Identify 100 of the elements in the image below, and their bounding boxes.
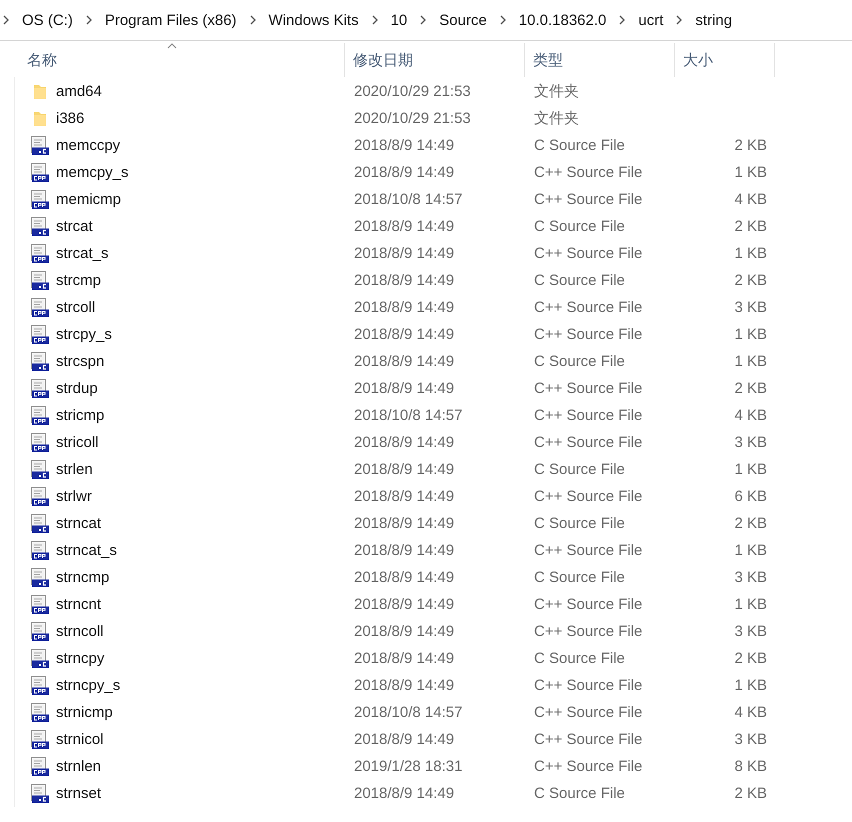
sort-ascending-icon <box>167 43 177 49</box>
chevron-right-icon[interactable] <box>618 15 626 25</box>
chevron-right-icon[interactable] <box>675 15 684 25</box>
table-cell-text: C++ Source File <box>533 704 644 721</box>
chevron-right-icon[interactable] <box>248 15 257 25</box>
table-cell-text: C++ Source File <box>533 191 644 208</box>
source-file-icon <box>30 406 50 426</box>
breadcrumb-item[interactable]: 10.0.18362.0 <box>516 12 610 28</box>
table-cell-text: 2018/8/9 14:49 <box>353 488 456 505</box>
file-name[interactable]: strcoll <box>56 299 96 316</box>
breadcrumb-item[interactable]: OS (C:) <box>19 12 76 28</box>
file-name[interactable]: strnset <box>56 785 102 802</box>
file-name[interactable]: strcmp <box>56 272 101 289</box>
source-file-icon <box>30 702 50 722</box>
source-file-icon <box>30 622 50 642</box>
table-cell-text: 2018/8/9 14:49 <box>353 272 456 289</box>
table-cell-text: C++ Source File <box>533 326 644 343</box>
table-cell-text: C++ Source File <box>533 731 644 748</box>
source-file-icon <box>30 486 50 506</box>
file-name[interactable]: strncat_s <box>56 542 117 559</box>
file-name[interactable]: memcpy_s <box>56 164 129 181</box>
table-cell-text: 2018/8/9 14:49 <box>353 137 456 154</box>
table-cell-text: 2018/8/9 14:49 <box>353 164 456 181</box>
table-cell-text: 2018/8/9 14:49 <box>353 731 456 748</box>
table-cell-text: 2020/10/29 21:53 <box>353 110 472 127</box>
table-cell-text: C++ Source File <box>533 380 644 397</box>
column-header[interactable]: 修改日期 <box>345 43 525 77</box>
file-name[interactable]: strncpy_s <box>56 677 120 694</box>
table-cell: 1 KB <box>734 353 767 370</box>
chevron-right-icon[interactable] <box>2 15 10 25</box>
file-name[interactable]: strnlen <box>56 758 102 775</box>
table-cell-text: C Source File <box>533 272 626 289</box>
table-cell: 1 KB <box>734 596 767 613</box>
file-name[interactable]: strnicmp <box>56 704 113 721</box>
table-cell-text: C++ Source File <box>533 164 644 181</box>
file-name[interactable]: strdup <box>56 380 98 397</box>
source-file-icon <box>30 784 50 804</box>
table-cell-text: 2019/1/28 18:31 <box>353 758 464 775</box>
file-name[interactable]: i386 <box>56 110 84 127</box>
source-file-icon <box>30 378 50 398</box>
table-cell-text: C++ Source File <box>533 434 644 451</box>
file-name[interactable]: strlen <box>56 461 93 478</box>
file-name[interactable]: strncnt <box>56 596 102 613</box>
table-cell-text: 2018/8/9 14:49 <box>353 434 456 451</box>
table-cell-text: 2018/10/8 14:57 <box>353 191 464 208</box>
file-name[interactable]: strnicol <box>56 731 104 748</box>
file-name[interactable]: strncpy <box>56 650 104 667</box>
file-name[interactable]: strncmp <box>56 569 110 586</box>
table-cell-text: C Source File <box>533 785 626 802</box>
table-cell-text: 2018/8/9 14:49 <box>353 569 456 586</box>
breadcrumb-item[interactable]: Program Files (x86) <box>102 12 240 28</box>
table-cell-text: 2018/8/9 14:49 <box>353 650 456 667</box>
source-file-icon <box>30 514 50 534</box>
file-name[interactable]: strcspn <box>56 353 104 370</box>
table-cell: 1 KB <box>734 326 767 343</box>
source-file-icon <box>30 270 50 290</box>
table-cell-text: C++ Source File <box>533 407 644 424</box>
column-header[interactable]: 类型 <box>525 43 675 77</box>
source-file-icon <box>30 216 50 236</box>
table-cell: 1 KB <box>734 245 767 262</box>
chevron-right-icon[interactable] <box>419 15 428 25</box>
table-cell-text: 2018/8/9 14:49 <box>353 218 456 235</box>
source-file-icon <box>30 460 50 480</box>
table-cell-text: C Source File <box>533 137 626 154</box>
breadcrumb-item[interactable]: Windows Kits <box>266 12 362 28</box>
table-cell-text: 2018/8/9 14:49 <box>353 542 456 559</box>
table-cell-text: 2018/8/9 14:49 <box>353 245 456 262</box>
file-name[interactable]: stricoll <box>56 434 99 451</box>
breadcrumb-item[interactable]: 10 <box>388 12 410 28</box>
breadcrumb-item[interactable]: string <box>692 12 736 28</box>
table-cell: 4 KB <box>734 407 767 424</box>
file-name[interactable]: strcat <box>56 218 93 235</box>
table-cell-text: 2018/10/8 14:57 <box>353 407 464 424</box>
column-header[interactable]: 大小 <box>675 43 775 77</box>
file-name[interactable]: memicmp <box>56 191 122 208</box>
source-file-icon <box>30 676 50 696</box>
breadcrumb-item[interactable]: Source <box>436 12 490 28</box>
table-cell: 2 KB <box>734 218 767 235</box>
chevron-right-icon[interactable] <box>370 15 379 25</box>
file-name[interactable]: strncoll <box>56 623 104 640</box>
chevron-right-icon[interactable] <box>498 15 507 25</box>
table-cell: 6 KB <box>734 488 767 505</box>
chevron-right-icon[interactable] <box>84 15 93 25</box>
source-file-icon <box>30 244 50 264</box>
table-cell-text: C++ Source File <box>533 758 644 775</box>
table-cell-text: 2018/8/9 14:49 <box>353 596 456 613</box>
file-name[interactable]: strcat_s <box>56 245 109 262</box>
column-header[interactable]: 名称 <box>0 43 345 77</box>
file-name[interactable]: strcpy_s <box>56 326 112 343</box>
file-name[interactable]: memccpy <box>56 137 120 154</box>
file-name[interactable]: stricmp <box>56 407 104 424</box>
file-name[interactable]: amd64 <box>56 83 102 100</box>
table-cell-text: C Source File <box>533 353 626 370</box>
source-file-icon <box>30 352 50 372</box>
table-cell: 1 KB <box>734 461 767 478</box>
breadcrumb-item[interactable]: ucrt <box>635 12 666 28</box>
file-name[interactable]: strlwr <box>56 488 92 505</box>
table-cell-text: C++ Source File <box>533 542 644 559</box>
file-name[interactable]: strncat <box>56 515 102 532</box>
table-cell-text: 2018/8/9 14:49 <box>353 515 456 532</box>
